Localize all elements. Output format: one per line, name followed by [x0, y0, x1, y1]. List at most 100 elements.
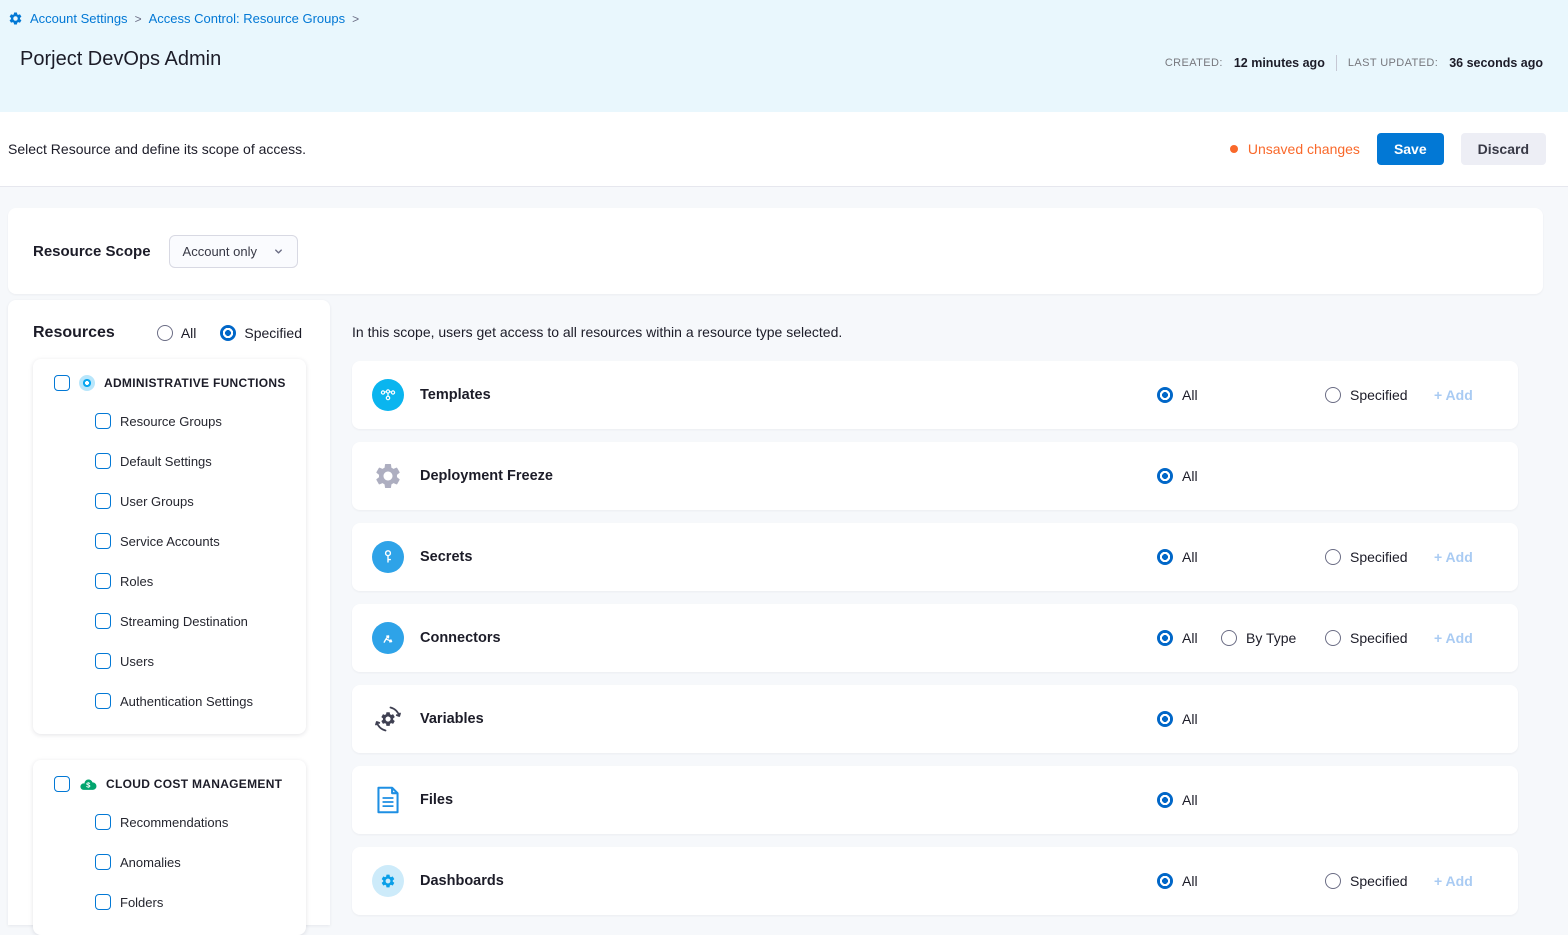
- breadcrumb: Account Settings > Access Control: Resou…: [8, 11, 359, 26]
- item-checkbox[interactable]: [95, 894, 111, 910]
- resources-mode-radio-group: All Specified: [157, 325, 302, 341]
- group-item-resource-groups[interactable]: Resource Groups: [33, 401, 306, 441]
- group-item-user-groups[interactable]: User Groups: [33, 481, 306, 521]
- group-item-label: Recommendations: [120, 815, 228, 830]
- radio-specified[interactable]: [1325, 873, 1341, 889]
- radio-specified[interactable]: [1325, 387, 1341, 403]
- radio-all[interactable]: [1157, 387, 1173, 403]
- radio-label: All: [1182, 549, 1198, 565]
- add-button[interactable]: + Add: [1434, 873, 1473, 889]
- add-button[interactable]: + Add: [1434, 387, 1473, 403]
- group-item-default-settings[interactable]: Default Settings: [33, 441, 306, 481]
- item-checkbox[interactable]: [95, 533, 111, 549]
- group-item-roles[interactable]: Roles: [33, 561, 306, 601]
- radio-by-type[interactable]: [1221, 630, 1237, 646]
- add-cell: + Add: [1434, 604, 1473, 672]
- page-header: Account Settings > Access Control: Resou…: [0, 0, 1568, 112]
- toolbar: Select Resource and define its scope of …: [0, 112, 1568, 186]
- item-checkbox[interactable]: [95, 653, 111, 669]
- access-option-all[interactable]: All: [1157, 685, 1198, 753]
- group-item-authentication-settings[interactable]: Authentication Settings: [33, 681, 306, 721]
- add-button[interactable]: + Add: [1434, 549, 1473, 565]
- resource-row-name: Variables: [420, 711, 484, 727]
- radio-label: All: [1182, 630, 1198, 646]
- deployment-freeze-icon: [372, 460, 404, 492]
- row-left: Variables: [372, 685, 484, 753]
- group-checkbox[interactable]: [54, 375, 70, 391]
- access-option-all[interactable]: All: [1157, 523, 1198, 591]
- access-option-all[interactable]: All: [1157, 361, 1198, 429]
- row-left: Templates: [372, 361, 491, 429]
- group-item-anomalies[interactable]: Anomalies: [33, 842, 306, 882]
- radio-all[interactable]: [1157, 549, 1173, 565]
- group-item-label: Resource Groups: [120, 414, 222, 429]
- item-checkbox[interactable]: [95, 493, 111, 509]
- resource-row-dashboards: Dashboards All Specified + Add: [352, 847, 1518, 915]
- radio-all[interactable]: [1157, 792, 1173, 808]
- access-option-specified[interactable]: Specified: [1325, 361, 1408, 429]
- discard-button[interactable]: Discard: [1461, 133, 1546, 165]
- resources-mode-option-all[interactable]: All: [157, 325, 197, 341]
- item-checkbox[interactable]: [95, 573, 111, 589]
- group-item-label: Users: [120, 654, 154, 669]
- access-option-all[interactable]: All: [1157, 766, 1198, 834]
- access-option-specified[interactable]: Specified: [1325, 604, 1408, 672]
- breadcrumb-link-access-control-resource-groups[interactable]: Access Control: Resource Groups: [149, 11, 346, 26]
- radio-specified[interactable]: [220, 325, 236, 341]
- resource-group-card-administrative-functions: ADMINISTRATIVE FUNCTIONS Resource Groups D…: [33, 359, 306, 734]
- row-left: Files: [372, 766, 453, 834]
- unsaved-changes-label: Unsaved changes: [1248, 141, 1360, 157]
- group-item-users[interactable]: Users: [33, 641, 306, 681]
- breadcrumb-link-account-settings[interactable]: Account Settings: [30, 11, 128, 26]
- created-label: CREATED:: [1165, 57, 1223, 69]
- row-left: Dashboards: [372, 847, 504, 915]
- resources-mode-option-specified[interactable]: Specified: [220, 325, 302, 341]
- radio-all[interactable]: [1157, 468, 1173, 484]
- resource-row-name: Files: [420, 792, 453, 808]
- templates-icon: [372, 379, 404, 411]
- radio-all[interactable]: [1157, 873, 1173, 889]
- dashboards-icon: [372, 865, 404, 897]
- add-cell: + Add: [1434, 523, 1473, 591]
- group-item-label: Streaming Destination: [120, 614, 248, 629]
- group-item-recommendations[interactable]: Recommendations: [33, 802, 306, 842]
- radio-all[interactable]: [1157, 630, 1173, 646]
- add-button[interactable]: + Add: [1434, 630, 1473, 646]
- access-option-specified[interactable]: Specified: [1325, 523, 1408, 591]
- group-item-service-accounts[interactable]: Service Accounts: [33, 521, 306, 561]
- access-option-all[interactable]: All: [1157, 442, 1198, 510]
- group-item-streaming-destination[interactable]: Streaming Destination: [33, 601, 306, 641]
- resource-row-deployment-freeze: Deployment FreezeAll: [352, 442, 1518, 510]
- group-item-label: Authentication Settings: [120, 694, 253, 709]
- group-item-label: Default Settings: [120, 454, 212, 469]
- resources-title: Resources: [33, 324, 115, 342]
- resource-row-variables: Variables All: [352, 685, 1518, 753]
- row-left: Secrets: [372, 523, 472, 591]
- radio-specified[interactable]: [1325, 549, 1341, 565]
- item-checkbox[interactable]: [95, 453, 111, 469]
- resource-row-name: Templates: [420, 387, 491, 403]
- resource-scope-dropdown[interactable]: Account only: [169, 235, 298, 268]
- group-checkbox[interactable]: [54, 776, 70, 792]
- resource-row-name: Connectors: [420, 630, 501, 646]
- item-checkbox[interactable]: [95, 854, 111, 870]
- item-checkbox[interactable]: [95, 613, 111, 629]
- group-item-folders[interactable]: Folders: [33, 882, 306, 922]
- variables-icon: [372, 703, 404, 735]
- access-option-by-type[interactable]: By Type: [1221, 604, 1296, 672]
- item-checkbox[interactable]: [95, 413, 111, 429]
- item-checkbox[interactable]: [95, 814, 111, 830]
- access-option-all[interactable]: All: [1157, 604, 1198, 672]
- resource-row-templates: Templates All Specified + Add: [352, 361, 1518, 429]
- access-option-specified[interactable]: Specified: [1325, 847, 1408, 915]
- save-button[interactable]: Save: [1377, 133, 1444, 165]
- breadcrumb-separator: >: [135, 12, 142, 26]
- radio-label: Specified: [1350, 873, 1408, 889]
- access-option-all[interactable]: All: [1157, 847, 1198, 915]
- radio-specified[interactable]: [1325, 630, 1341, 646]
- radio-all[interactable]: [157, 325, 173, 341]
- item-checkbox[interactable]: [95, 693, 111, 709]
- radio-all[interactable]: [1157, 711, 1173, 727]
- group-header: ADMINISTRATIVE FUNCTIONS: [33, 365, 306, 401]
- radio-label: All: [1182, 792, 1198, 808]
